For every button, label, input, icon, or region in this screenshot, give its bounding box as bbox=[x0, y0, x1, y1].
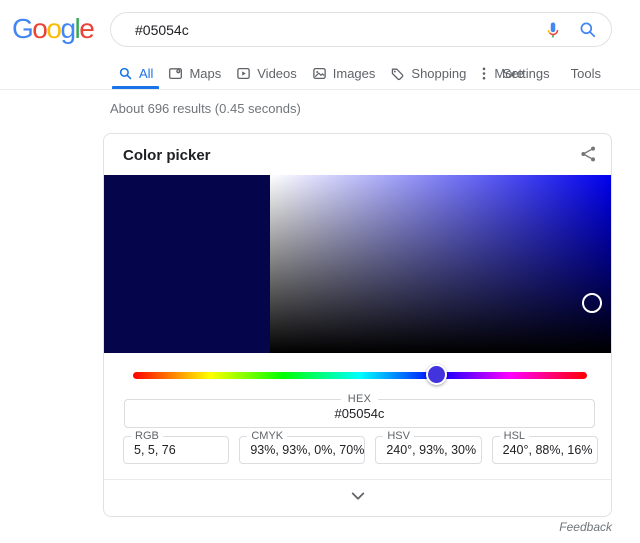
chevron-down-icon bbox=[350, 489, 366, 507]
logo-letter: o bbox=[32, 13, 46, 44]
hsv-input-field[interactable]: HSV 240°, 93%, 30% bbox=[375, 436, 481, 464]
results-tabbar: All Maps Videos Images Shopping bbox=[0, 58, 640, 90]
hue-slider-track[interactable] bbox=[133, 372, 587, 379]
active-tab-underline bbox=[112, 86, 159, 89]
images-icon bbox=[312, 66, 328, 82]
hsl-field-label: HSL bbox=[500, 430, 529, 442]
color-fields-row: RGB 5, 5, 76 CMYK 93%, 93%, 0%, 70% HSV … bbox=[123, 436, 598, 464]
results-stats: About 696 results (0.45 seconds) bbox=[110, 101, 301, 116]
color-area bbox=[104, 175, 611, 353]
rgb-input-field[interactable]: RGB 5, 5, 76 bbox=[123, 436, 229, 464]
videos-icon bbox=[236, 66, 252, 82]
tab-label: Images bbox=[333, 66, 376, 81]
rgb-field-label: RGB bbox=[131, 430, 163, 442]
gradient-cursor[interactable] bbox=[582, 293, 602, 313]
settings-button[interactable]: Settings bbox=[503, 66, 550, 81]
shopping-tag-icon bbox=[390, 66, 406, 82]
logo-letter: G bbox=[12, 13, 32, 44]
tools-button[interactable]: Tools bbox=[571, 66, 601, 81]
google-logo[interactable]: Google bbox=[12, 13, 93, 45]
tab-label: Videos bbox=[257, 66, 297, 81]
tab-label: Maps bbox=[189, 66, 221, 81]
microphone-icon[interactable] bbox=[543, 20, 563, 40]
share-icon[interactable] bbox=[578, 144, 598, 164]
color-picker-card: Color picker HEX #05054c RGB 5, 5, 76 CM… bbox=[103, 133, 612, 517]
cmyk-input-field[interactable]: CMYK 93%, 93%, 0%, 70% bbox=[239, 436, 365, 464]
maps-icon bbox=[168, 66, 184, 82]
tab-shopping[interactable]: Shopping bbox=[390, 58, 466, 89]
tab-all[interactable]: All bbox=[118, 58, 153, 89]
tab-videos[interactable]: Videos bbox=[236, 58, 297, 89]
logo-letter: e bbox=[79, 13, 93, 44]
tab-maps[interactable]: Maps bbox=[168, 58, 221, 89]
hex-field-label: HEX bbox=[341, 393, 379, 405]
tab-label: Shopping bbox=[411, 66, 466, 81]
hsv-field-label: HSV bbox=[383, 430, 414, 442]
card-title: Color picker bbox=[123, 147, 211, 164]
tab-label: All bbox=[139, 66, 153, 81]
search-bar[interactable]: #05054c bbox=[110, 12, 612, 47]
selected-color-preview bbox=[104, 175, 270, 353]
cmyk-field-label: CMYK bbox=[247, 430, 287, 442]
expand-button[interactable] bbox=[104, 480, 611, 516]
saturation-value-gradient[interactable] bbox=[270, 175, 611, 353]
logo-letter: o bbox=[46, 13, 60, 44]
hsl-input-field[interactable]: HSL 240°, 88%, 16% bbox=[492, 436, 598, 464]
logo-letter: g bbox=[60, 13, 74, 44]
tab-images[interactable]: Images bbox=[312, 58, 376, 89]
card-header: Color picker bbox=[104, 134, 611, 175]
search-submit-icon[interactable] bbox=[577, 20, 597, 40]
feedback-link[interactable]: Feedback bbox=[559, 520, 612, 534]
more-vertical-icon bbox=[481, 66, 489, 82]
hue-slider-handle[interactable] bbox=[426, 364, 447, 385]
hex-input-field[interactable]: HEX #05054c bbox=[124, 399, 595, 428]
search-input[interactable]: #05054c bbox=[135, 22, 543, 38]
search-icon bbox=[118, 66, 134, 82]
